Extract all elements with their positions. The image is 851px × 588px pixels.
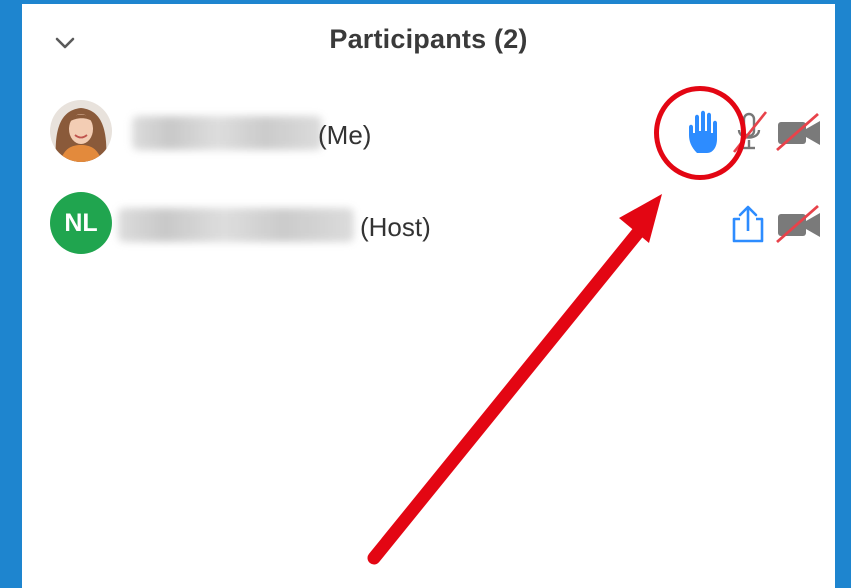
avatar [50, 100, 112, 162]
participants-panel: Participants (2) (Me) NL (Host) [22, 4, 835, 588]
video-off-icon[interactable] [774, 202, 824, 246]
participant-name-blurred [132, 116, 322, 150]
participant-count: (2) [494, 24, 528, 54]
avatar-initials: NL [64, 208, 98, 237]
participant-name-blurred [118, 208, 354, 242]
participant-role: (Host) [360, 212, 431, 242]
panel-header: Participants (2) [22, 4, 835, 74]
panel-title: Participants (2) [22, 24, 835, 55]
participant-row[interactable]: NL (Host) [22, 184, 835, 268]
panel-title-text: Participants [329, 24, 487, 54]
participant-role: (Me) [318, 120, 372, 150]
participant-row[interactable]: (Me) [22, 92, 835, 176]
muted-microphone-icon[interactable] [730, 106, 770, 158]
share-screen-icon[interactable] [728, 200, 768, 248]
video-off-icon[interactable] [774, 110, 824, 154]
raised-hand-icon[interactable] [682, 106, 728, 158]
avatar: NL [50, 192, 112, 254]
